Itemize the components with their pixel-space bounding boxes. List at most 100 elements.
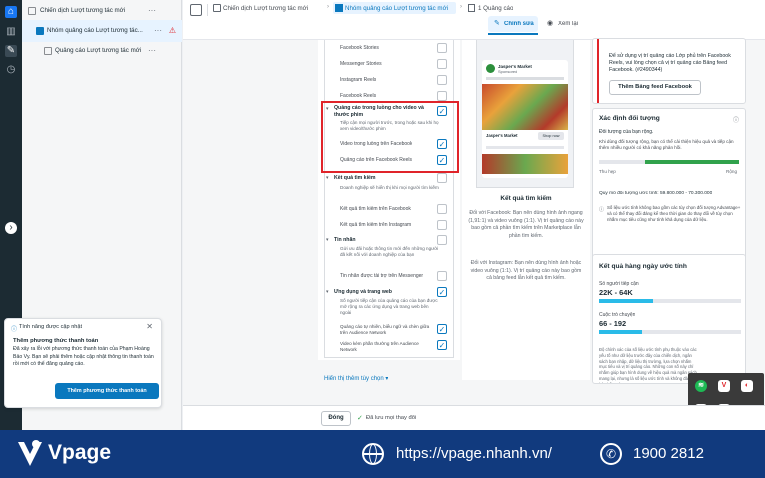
grid-icon bbox=[335, 4, 343, 12]
reach-label: Số người tiếp cận bbox=[599, 281, 639, 287]
checkbox[interactable] bbox=[437, 173, 447, 183]
audience-note: Số liệu ước tính không bao gồm các tùy c… bbox=[607, 205, 741, 222]
checkbox[interactable] bbox=[437, 75, 447, 85]
show-more-link[interactable]: Hiển thị thêm tùy chọn ▾ bbox=[324, 375, 388, 382]
placement-option: Kết quả tìm kiếm trên Instagram bbox=[340, 222, 412, 228]
close-icon[interactable]: ✕ bbox=[146, 322, 153, 331]
more-icon[interactable]: ··· bbox=[148, 0, 156, 22]
grid-icon bbox=[36, 27, 44, 35]
error-stripe bbox=[597, 39, 599, 103]
shop-now-button: Shop now bbox=[538, 132, 564, 140]
placement-option: Video trong luồng trên Facebook bbox=[340, 141, 413, 147]
chevron-down-icon[interactable]: ▾ bbox=[326, 106, 329, 112]
narrow-label: Thu hẹp bbox=[599, 169, 616, 174]
placement-option: Instagram Reels bbox=[340, 77, 377, 83]
conversations-bar-fill bbox=[599, 330, 642, 334]
checkbox[interactable] bbox=[437, 220, 447, 230]
sidebar-toggle-icon[interactable] bbox=[190, 4, 202, 16]
audience-title: Xác định đối tượng bbox=[599, 115, 660, 122]
edit-tab[interactable]: ✎ Chỉnh sửa bbox=[488, 16, 538, 32]
info-icon: ⓘ bbox=[599, 207, 605, 213]
breadcrumb-adset[interactable]: Nhóm quảng cáo Lượt tương tác mới bbox=[345, 5, 448, 12]
reach-bar bbox=[599, 299, 741, 303]
review-tab[interactable]: ◉ Xem lại bbox=[545, 16, 585, 32]
sponsored-label: Sponsored bbox=[498, 69, 518, 74]
home-icon[interactable]: ⌂ bbox=[5, 6, 17, 18]
checkbox-checked[interactable]: ✓ bbox=[437, 340, 447, 350]
toast-body: Đã xảy ra lỗi với phương thức thanh toán… bbox=[13, 346, 154, 367]
checkbox-checked[interactable]: ✓ bbox=[437, 139, 447, 149]
chevron-down-icon[interactable]: ▾ bbox=[326, 175, 329, 181]
checkbox-checked[interactable]: ✓ bbox=[437, 324, 447, 334]
website-url: https://vpage.nhanh.vn/ bbox=[396, 445, 552, 462]
checkbox[interactable] bbox=[437, 43, 447, 53]
daily-results-card: Kết quả hàng ngày ước tính Số người tiếp… bbox=[592, 254, 746, 384]
chart-icon[interactable]: ▥ bbox=[5, 26, 17, 38]
vpage-banner: Vpage https://vpage.nhanh.vn/ ✆ 1900 281… bbox=[0, 430, 765, 478]
checkbox[interactable] bbox=[437, 204, 447, 214]
add-facebook-feed-button[interactable]: Thêm Bảng feed Facebook bbox=[609, 80, 701, 95]
search-section-title: Kết quả tìm kiếm bbox=[334, 175, 376, 181]
chevron-down-icon[interactable]: ▾ bbox=[326, 289, 329, 295]
daily-results-note: Độ chính xác của số liệu ước tính phụ th… bbox=[599, 347, 697, 383]
placement-option: Quảng cáo tự nhiên, biểu ngữ và chèn giữ… bbox=[340, 324, 430, 335]
expand-icon[interactable]: › bbox=[5, 222, 17, 234]
folder-icon bbox=[213, 4, 221, 12]
chevron-right-icon: › bbox=[460, 4, 462, 10]
phone-mockup: Jasper's Market Sponsored Jasper's Marke… bbox=[476, 40, 574, 188]
placements-panel: Facebook Stories Messenger Stories Insta… bbox=[318, 40, 460, 360]
placement-option: Tin nhắn được tài trợ trên Messenger bbox=[340, 273, 424, 279]
placement-option: Video kèm phần thưởng trên Audience Netw… bbox=[340, 341, 419, 352]
preview-text-instagram: Đối với Instagram: Bạn nên dùng hình ảnh… bbox=[470, 260, 582, 281]
warning-icon: ⚠ bbox=[168, 26, 176, 35]
chevron-down-icon[interactable]: ▾ bbox=[326, 237, 329, 243]
messages-section-title: Tin nhắn bbox=[334, 237, 356, 243]
review-tab-label: Xem lại bbox=[558, 21, 579, 27]
tree-item-campaign[interactable]: Chiến dịch Lượt tương tác mới ··· bbox=[22, 0, 182, 22]
hotline: 1900 2812 bbox=[633, 445, 704, 462]
checkbox[interactable] bbox=[437, 91, 447, 101]
audience-meter-fill bbox=[599, 160, 739, 164]
placement-warning-card: Để sử dụng vị trí quảng cáo Lớp phủ trên… bbox=[592, 38, 746, 104]
save-bar: Đóng ✓ Đã lưu mọi thay đổi bbox=[183, 405, 765, 430]
broad-label: Rộng bbox=[726, 169, 737, 174]
app-icon[interactable]: ◐ bbox=[741, 380, 753, 392]
tree-item-adset[interactable]: Nhóm quảng cáo Lượt tương tác... ··· ⚠ bbox=[22, 20, 182, 42]
breadcrumb-ads[interactable]: 1 Quảng cáo bbox=[478, 5, 513, 12]
breadcrumb-campaign[interactable]: Chiến dịch Lượt tương tác mới bbox=[223, 5, 308, 12]
ad-label: Quảng cáo Lượt tương tác mới bbox=[55, 47, 142, 54]
checkbox[interactable] bbox=[437, 59, 447, 69]
vivaldi-icon[interactable]: V bbox=[718, 380, 730, 392]
spotify-icon[interactable]: ≋ bbox=[695, 380, 707, 392]
preview-text-facebook: Đối với Facebook: Bạn nên dùng hình ảnh … bbox=[468, 210, 584, 239]
more-icon[interactable]: ··· bbox=[148, 40, 156, 62]
toast-header: Tính năng được cập nhật bbox=[19, 324, 83, 330]
campaign-label: Chiến dịch Lượt tương tác mới bbox=[40, 7, 126, 14]
eye-icon: ◉ bbox=[547, 20, 554, 27]
product-name: Jasper's Market bbox=[486, 133, 518, 138]
chevron-right-icon: › bbox=[327, 4, 329, 10]
checkbox-checked[interactable]: ✓ bbox=[437, 155, 447, 165]
checkbox-checked[interactable]: ✓ bbox=[437, 287, 447, 297]
pencil-icon: ✎ bbox=[494, 20, 500, 27]
checkbox-checked[interactable]: ✓ bbox=[437, 106, 447, 116]
placement-option: Facebook Stories bbox=[340, 45, 379, 51]
history-icon[interactable]: ◷ bbox=[5, 64, 17, 76]
checkbox[interactable] bbox=[437, 235, 447, 245]
add-payment-button[interactable]: Thêm phương thức thanh toán bbox=[55, 383, 159, 399]
checkbox[interactable] bbox=[437, 271, 447, 281]
ad-preview: Jasper's Market Sponsored Jasper's Marke… bbox=[462, 40, 590, 380]
reaction-line bbox=[486, 146, 564, 149]
caption-line bbox=[486, 77, 564, 80]
close-button[interactable]: Đóng bbox=[321, 411, 351, 426]
tree-item-ad[interactable]: Quảng cáo Lượt tương tác mới ··· bbox=[22, 40, 182, 62]
edit-tab-label: Chỉnh sửa bbox=[504, 21, 534, 27]
reach-bar-fill bbox=[599, 299, 653, 303]
placement-option: Facebook Reels bbox=[340, 93, 377, 99]
more-icon[interactable]: ··· bbox=[154, 20, 162, 42]
globe-icon bbox=[362, 443, 384, 465]
edit-icon[interactable]: ✎ bbox=[5, 45, 17, 57]
top-bar: Chiến dịch Lượt tương tác mới › Nhóm quả… bbox=[183, 0, 765, 40]
info-icon[interactable]: ⓘ bbox=[733, 115, 739, 124]
vpage-logo-icon bbox=[16, 436, 44, 470]
